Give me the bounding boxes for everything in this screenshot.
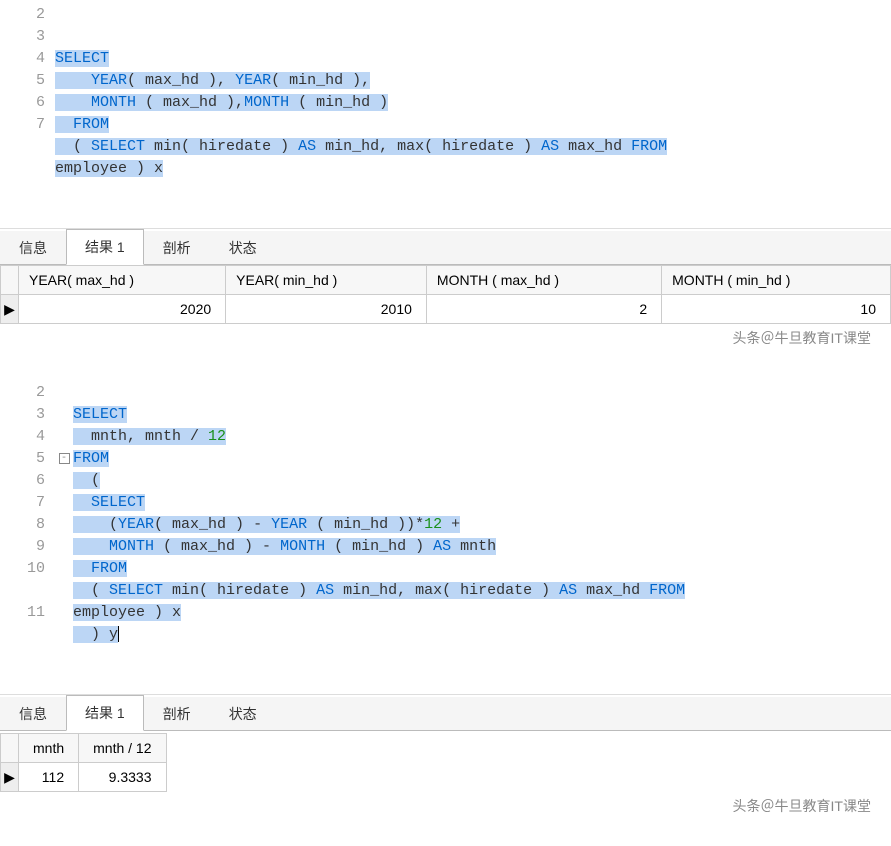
col-header[interactable]: mnth / 12 [79,734,166,763]
col-header[interactable]: mnth [19,734,79,763]
fold-toggle-icon[interactable]: - [59,453,70,464]
tab-status[interactable]: 状态 [210,230,276,265]
col-header[interactable]: MONTH ( min_hd ) [662,266,891,295]
result-table-2[interactable]: mnth mnth / 12 ▶ 112 9.3333 [0,733,167,792]
row-pointer-icon: ▶ [1,763,19,792]
table-header-row: mnth mnth / 12 [1,734,167,763]
table-header-row: YEAR( max_hd ) YEAR( min_hd ) MONTH ( ma… [1,266,891,295]
cell[interactable]: 2020 [19,295,226,324]
result-tabs-1: 信息 结果 1 剖析 状态 [0,231,891,265]
row-pointer-head [1,734,19,763]
code-editor-2[interactable]: 2 3 4 5 6 7 8 9 10 11 - SELECT mnth, mnt… [0,378,891,695]
code-content-2[interactable]: SELECT mnth, mnth / 12FROM ( SELECT (YEA… [73,382,891,690]
col-header[interactable]: YEAR( max_hd ) [19,266,226,295]
tab-info[interactable]: 信息 [0,230,66,265]
tab-info-2[interactable]: 信息 [0,696,66,731]
code-editor-1[interactable]: 2 3 4 5 6 7 SELECT YEAR( max_hd ), YEAR(… [0,0,891,229]
tab-profile[interactable]: 剖析 [144,230,210,265]
watermark-2: 头条＠牛旦教育IT课堂 [0,792,891,816]
col-header[interactable]: MONTH ( max_hd ) [426,266,661,295]
cell[interactable]: 10 [662,295,891,324]
line-gutter: 2 3 4 5 6 7 [0,4,55,224]
sql-block-1: 2 3 4 5 6 7 SELECT YEAR( max_hd ), YEAR(… [0,0,891,348]
result-table-1[interactable]: YEAR( max_hd ) YEAR( min_hd ) MONTH ( ma… [0,265,891,324]
tab-result-1-2[interactable]: 结果 1 [66,695,144,731]
fold-column: - [55,382,73,690]
line-gutter-2: 2 3 4 5 6 7 8 9 10 11 [0,382,55,690]
result-tabs-2: 信息 结果 1 剖析 状态 [0,697,891,731]
tab-profile-2[interactable]: 剖析 [144,696,210,731]
tab-status-2[interactable]: 状态 [210,696,276,731]
sql-block-2: 2 3 4 5 6 7 8 9 10 11 - SELECT mnth, mnt… [0,378,891,816]
cell[interactable]: 112 [19,763,79,792]
table-row[interactable]: ▶ 112 9.3333 [1,763,167,792]
col-header[interactable]: YEAR( min_hd ) [226,266,427,295]
cell[interactable]: 2010 [226,295,427,324]
tab-result-1[interactable]: 结果 1 [66,229,144,265]
row-pointer-head [1,266,19,295]
watermark-1: 头条＠牛旦教育IT课堂 [0,324,891,348]
text-cursor-icon [118,626,119,642]
table-row[interactable]: ▶ 2020 2010 2 10 [1,295,891,324]
cell[interactable]: 9.3333 [79,763,166,792]
row-pointer-icon: ▶ [1,295,19,324]
code-content-1[interactable]: SELECT YEAR( max_hd ), YEAR( min_hd ), M… [55,4,891,224]
cell[interactable]: 2 [426,295,661,324]
